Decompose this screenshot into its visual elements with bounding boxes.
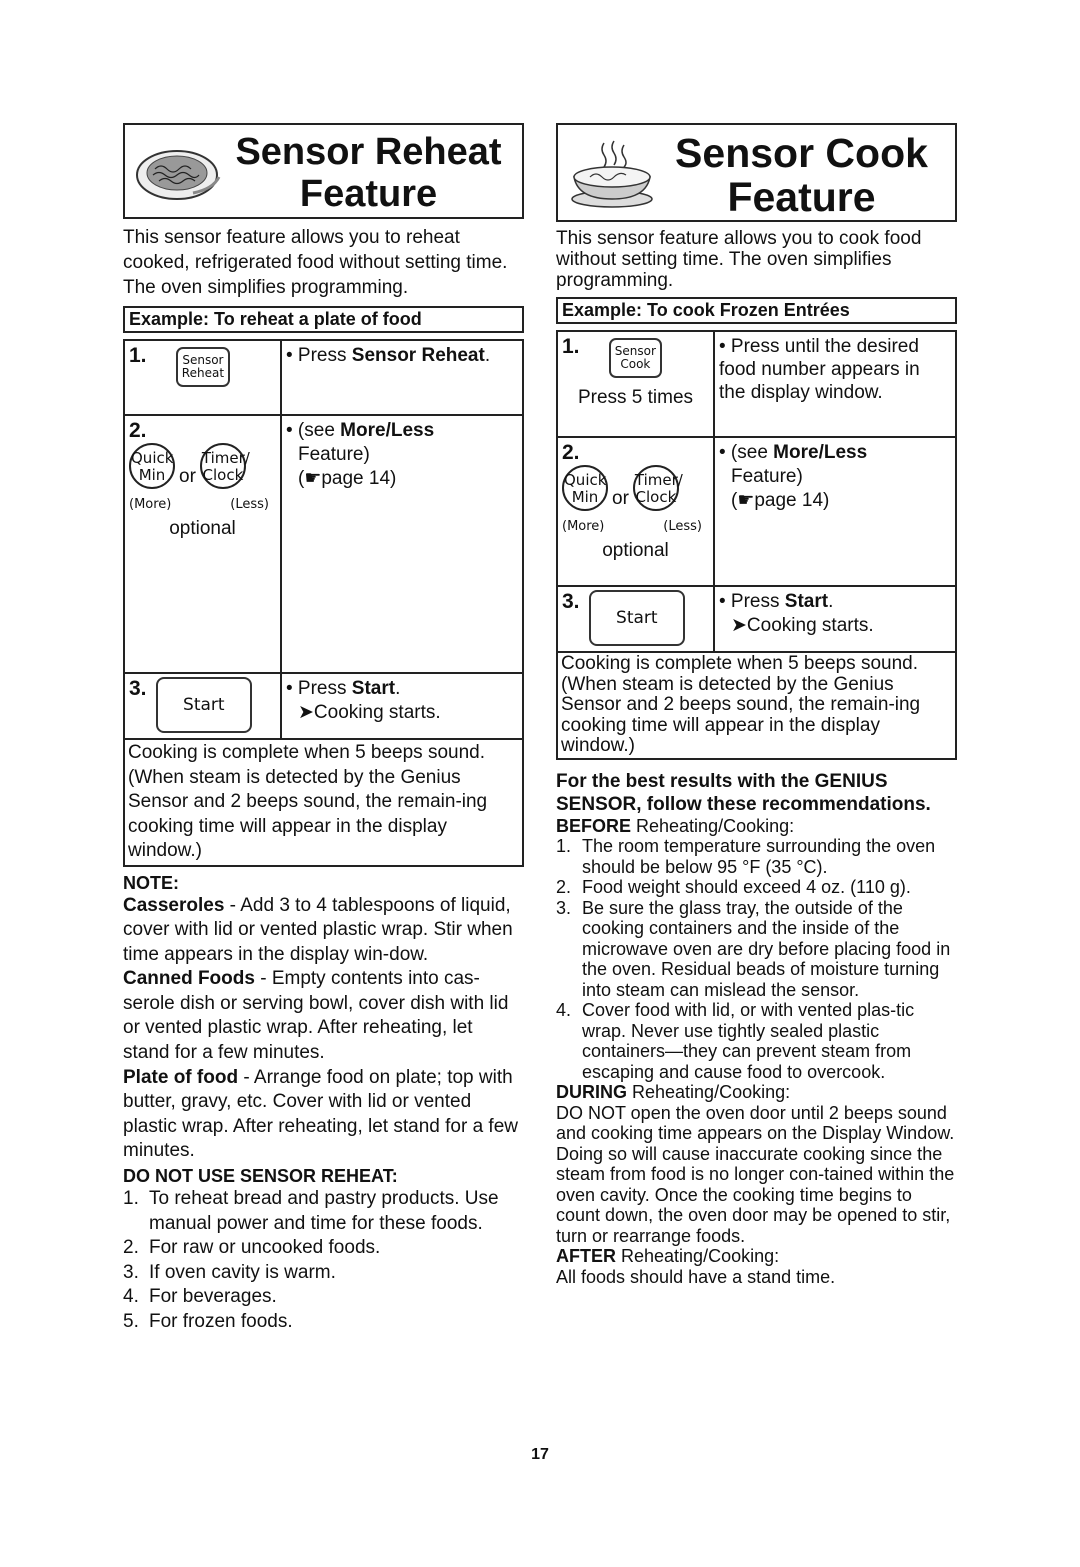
steaming-bowl-icon: [571, 140, 653, 208]
quick-min-key-icon: Quick Min: [562, 465, 608, 511]
step-instruction: • Press Start. ➤Cooking starts.: [713, 585, 957, 653]
or-label: or: [612, 488, 629, 509]
table-row: 1. Sensor Cook Press 5 times • Press unt…: [556, 330, 957, 438]
reheat-intro: This sensor feature allows you to reheat…: [123, 227, 508, 298]
reheat-steps-table: 1. Sensor Reheat • Press Sensor Reheat. …: [123, 339, 524, 740]
page-reference: (☛page 14): [731, 490, 830, 511]
cook-title-line2: Feature: [727, 174, 876, 220]
before-heading: BEFORE Reheating/Cooking:: [556, 815, 795, 836]
list-item: 5. For frozen foods.: [123, 1311, 293, 1332]
cook-completion-note: Cooking is complete when 5 beeps sound. …: [556, 653, 957, 760]
table-row: 3. Start • Press Start. ➤Cooking starts.: [556, 585, 957, 653]
sensor-cook-section: Sensor Cook Feature This sensor feature …: [556, 123, 957, 1287]
list-item: 1. The room temperature surrounding the o…: [556, 836, 936, 877]
step-number: 2.: [562, 441, 580, 464]
timer-clock-key-icon: Timer/Clock: [632, 465, 683, 511]
note-heading: NOTE:: [123, 872, 179, 893]
reheat-title-line2: Feature: [299, 173, 438, 215]
start-key-icon: Start: [588, 590, 685, 646]
note-item: Plate of food - Arrange food on plate; t…: [123, 1066, 518, 1162]
step-instruction: • Press until the desired food number ap…: [713, 330, 957, 438]
list-item: 3. If oven cavity is warm.: [123, 1261, 336, 1283]
step-instruction: • (see More/Less Feature) (☛page 14): [280, 414, 524, 674]
do-not-use-list: 1. To reheat bread and pastry products. U…: [123, 1187, 524, 1335]
start-key-icon: Start: [155, 677, 252, 733]
step-instruction: • Press Start. ➤Cooking starts.: [280, 672, 524, 740]
list-item: 2. Food weight should exceed 4 oz. (110 g…: [556, 877, 911, 897]
more-label: (More): [562, 519, 605, 534]
less-label: (Less): [663, 519, 702, 534]
genius-sensor-recommendations: For the best results with the GENIUS SEN…: [556, 770, 957, 1288]
page-number: 17: [531, 1446, 549, 1463]
table-row: 3. Start • Press Start. ➤Cooking starts.: [123, 672, 524, 740]
cook-title-line1: Sensor Cook: [675, 130, 928, 176]
reheat-example-heading: Example: To reheat a plate of food: [123, 306, 524, 333]
during-heading: DURING Reheating/Cooking:: [556, 1082, 791, 1102]
after-body: All foods should have a stand time.: [556, 1266, 836, 1287]
more-label: (More): [129, 497, 172, 512]
note-item: Casseroles - Add 3 to 4 tablespoons of l…: [123, 894, 513, 965]
reheat-title-line1: Sensor Reheat: [235, 131, 502, 173]
sensor-reheat-section: Sensor Reheat Feature This sensor featur…: [123, 123, 524, 1335]
step-number: 3.: [129, 677, 147, 700]
optional-label: optional: [169, 518, 236, 539]
recommendations-heading: For the best results with the GENIUS SEN…: [556, 770, 931, 815]
step-instruction: • Press Sensor Reheat.: [280, 339, 524, 416]
list-item: 4. Cover food with lid, or with vented pl…: [556, 1000, 915, 1082]
reheat-title-box: Sensor Reheat Feature: [123, 123, 524, 219]
timer-clock-key-icon: Timer/Clock: [199, 443, 250, 489]
press-times-label: Press 5 times: [577, 387, 694, 408]
table-row: 1. Sensor Reheat • Press Sensor Reheat.: [123, 339, 524, 416]
reheat-completion-note: Cooking is complete when 5 beeps sound. …: [123, 740, 524, 867]
step-number: 3.: [562, 590, 580, 613]
note-item: Canned Foods - Empty contents into cas-s…: [123, 968, 509, 1064]
table-row: 2. Quick Min or Timer/Clock (More) (Less) …: [123, 414, 524, 674]
step-number: 2.: [129, 419, 147, 442]
list-item: 4. For beverages.: [123, 1286, 277, 1308]
during-body: DO NOT open the oven door until 2 beeps …: [556, 1102, 955, 1246]
sensor-cook-key-icon: Sensor Cook: [608, 338, 662, 378]
cook-steps-table: 1. Sensor Cook Press 5 times • Press unt…: [556, 330, 957, 653]
notes-list: Casseroles - Add 3 to 4 tablespoons of l…: [123, 894, 524, 1165]
do-not-use-heading: DO NOT USE SENSOR REHEAT:: [123, 1166, 398, 1187]
cook-intro: This sensor feature allows you to cook f…: [556, 228, 922, 291]
list-item: 3. Be sure the glass tray, the outside of…: [556, 897, 951, 1000]
table-row: 2. Quick Min or Timer/Clock (More) (Less) …: [556, 436, 957, 587]
cook-title-box: Sensor Cook Feature: [556, 123, 957, 222]
plate-of-food-icon: [136, 150, 221, 200]
sensor-reheat-key-icon: Sensor Reheat: [175, 347, 231, 387]
quick-min-key-icon: Quick Min: [129, 443, 175, 489]
after-heading: AFTER Reheating/Cooking:: [556, 1246, 780, 1266]
page-reference: (☛page 14): [298, 468, 397, 489]
step-number: 1.: [129, 344, 147, 367]
step-instruction: • (see More/Less Feature) (☛page 14): [713, 436, 957, 587]
cook-example-heading: Example: To cook Frozen Entrées: [556, 297, 957, 324]
optional-label: optional: [602, 540, 669, 561]
less-label: (Less): [230, 497, 269, 512]
step-number: 1.: [562, 335, 580, 358]
before-list: 1. The room temperature surrounding the o…: [556, 836, 957, 1082]
list-item: 2. For raw or uncooked foods.: [123, 1237, 381, 1259]
list-item: 1. To reheat bread and pastry products. U…: [123, 1188, 499, 1234]
or-label: or: [179, 466, 196, 487]
